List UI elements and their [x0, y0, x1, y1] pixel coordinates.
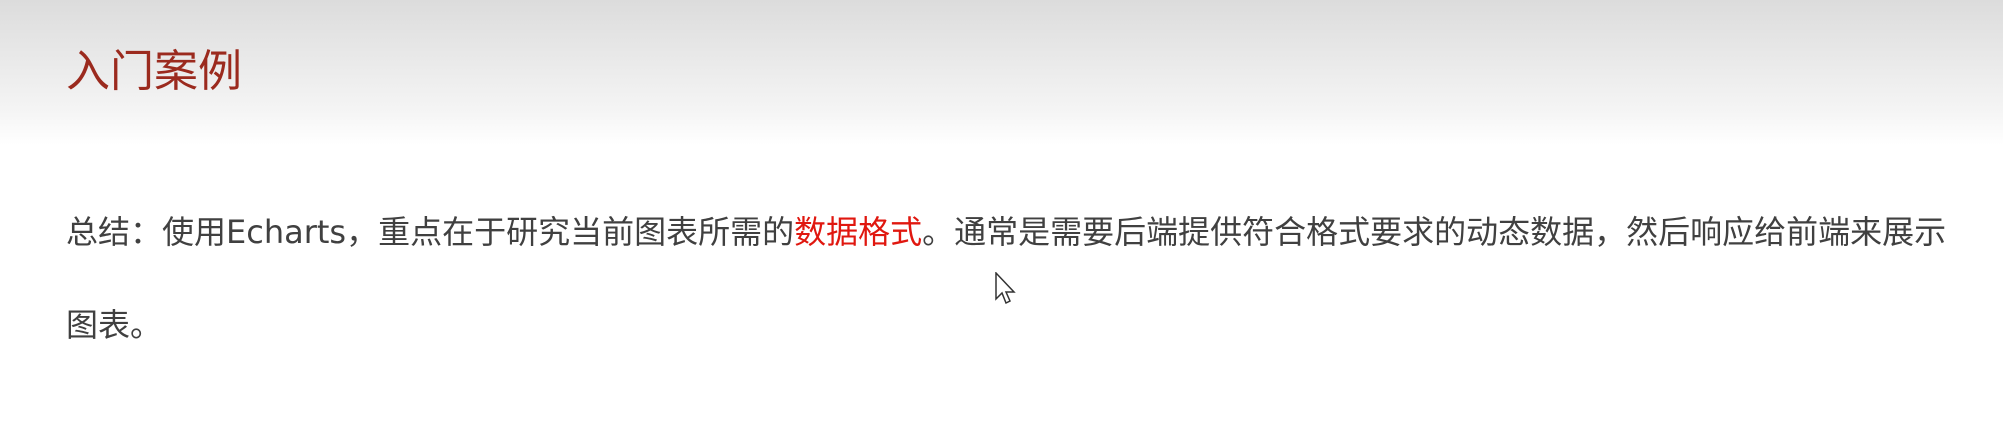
mouse-cursor-icon: [995, 272, 1016, 305]
summary-highlight: 数据格式: [794, 213, 923, 251]
slide-header: [0, 0, 2003, 145]
slide-title: 入门案例: [66, 46, 242, 97]
summary-text: 总结：使用Echarts，重点在于研究当前图表所需的: [66, 213, 795, 251]
